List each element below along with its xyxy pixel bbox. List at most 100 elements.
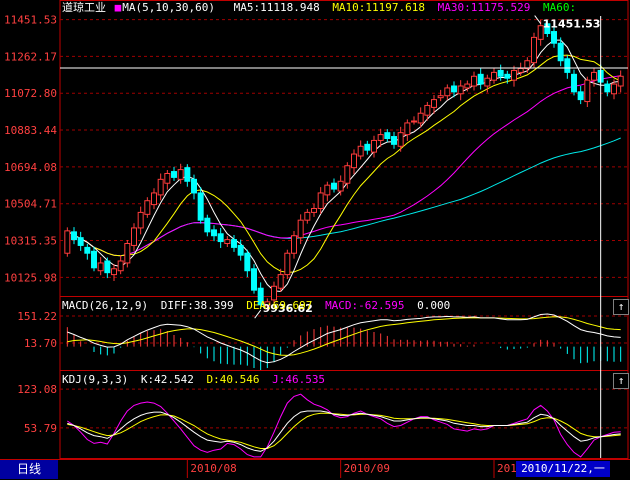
candle-down [244,252,251,272]
cursor-date-label: 2010/11/22,一 [516,461,610,477]
candle-up [311,208,317,213]
candle-up [584,79,591,103]
index-title: 道琼工业 [62,1,106,14]
period-daily-button[interactable]: 日线 [0,460,58,479]
macd-zero-value: 0.000 [417,299,451,312]
k-value: K:42.542 [140,373,194,386]
macd-value: MACD:-62.595 [325,299,405,312]
j-line [67,393,621,458]
candle-up [377,134,384,141]
ma-params-label: MA(5,10,30,60) [122,1,215,14]
outer-border [59,0,629,459]
candle-up [224,239,231,245]
candle-up [484,77,491,87]
price-y-tick-label: 11451.53 [4,14,57,27]
candle-up [64,230,71,254]
candle-up [177,169,184,180]
candle-up [491,71,497,81]
date-tick-label: 2010/09 [344,462,390,475]
candle-up [317,192,324,209]
candle-down [231,239,237,248]
candle-down [391,136,397,145]
macd-header: MACD(26,12,9) DIFF:38.399 DEA:69.697 MAC… [62,298,456,314]
candle-down [604,83,611,93]
dea-line [67,316,621,356]
ma10-value: MA10:11197.618 [332,1,426,14]
kdj-params: KDJ(9,3,3) [62,373,129,386]
ma60-line [67,137,621,257]
ma60-value: MA60: [543,1,577,14]
price-header: 道琼工业 ■MA(5,10,30,60) MA5:11118.948 MA10:… [62,0,582,16]
diff-value: DIFF:38.399 [160,299,234,312]
candle-up [97,262,104,272]
candle-up [344,165,351,184]
candle-up [151,192,157,206]
candle-down [577,91,584,101]
ma30-value: MA30:11175.529 [437,1,531,14]
price-y-tick-label: 10315.35 [4,235,57,248]
candle-up [524,60,531,69]
candle-up [337,180,344,192]
kdj-panel[interactable] [67,393,621,458]
candle-down [211,229,217,237]
macd-y-tick-label: 151.22 [17,310,57,323]
j-value: J:46.535 [272,373,326,386]
candle-up [284,252,291,276]
candle-up [137,211,144,229]
candle-up [131,227,137,246]
candle-up [404,122,411,136]
candle-up [111,268,117,276]
candle-up [117,260,124,272]
candle-down [84,246,91,254]
ma10-line [67,54,621,273]
candle-up [124,243,131,264]
candle-down [184,167,191,182]
date-tick-label: 2010/08 [190,462,236,475]
macd-params: MACD(26,12,9) [62,299,149,312]
candle-down [384,132,391,140]
price-y-tick-label: 11262.17 [4,50,57,63]
candle-up [324,184,331,196]
ma-params: ■MA(5,10,30,60) [115,1,221,14]
kdj-y-tick-label: 53.79 [24,422,57,435]
ma5-value: MA5:11118.948 [233,1,320,14]
candle-up [297,219,304,239]
candle-up [357,145,364,157]
candle-down [197,192,204,221]
kdj-y-tick-label: 123.08 [17,383,57,396]
crosshair-cursor [60,16,628,458]
stock-chart[interactable]: 10125.98 10315.35 10504.71 10694.08 10883.44… [0,0,630,480]
candle-up [431,99,437,108]
candle-up [164,173,171,184]
kdj-scroll-up-button[interactable]: ↑ [613,373,629,389]
candle-up [517,68,524,73]
d-value: D:40.546 [206,373,260,386]
dea-value: DEA:69.697 [246,299,313,312]
candle-down [564,58,571,73]
candle-up [444,87,451,97]
candle-down [204,217,211,233]
candle-up [157,178,164,196]
price-y-tick-label: 10125.98 [4,271,57,284]
macd-scroll-up-button[interactable]: ↑ [613,299,629,315]
ma-indicator-icon: ■ [114,1,122,14]
macd-y-tick-label: 13.70 [24,337,57,350]
candle-up [351,153,357,169]
macd-panel[interactable] [66,313,622,370]
candle-up [617,75,624,87]
candle-up [424,104,431,116]
candle-up [371,139,377,153]
price-y-tick-label: 10694.08 [4,161,57,174]
candle-down [551,31,557,44]
candle-up [591,71,597,81]
candle-up [291,235,297,254]
price-y-tick-label: 10883.44 [4,124,57,137]
candle-up [411,120,417,123]
candle-down [451,85,457,93]
candle-down [71,231,77,241]
candle-down [251,268,257,291]
candle-down [191,178,197,194]
ma30-line [67,75,621,257]
candle-down [497,69,504,77]
candle-down [237,244,244,256]
